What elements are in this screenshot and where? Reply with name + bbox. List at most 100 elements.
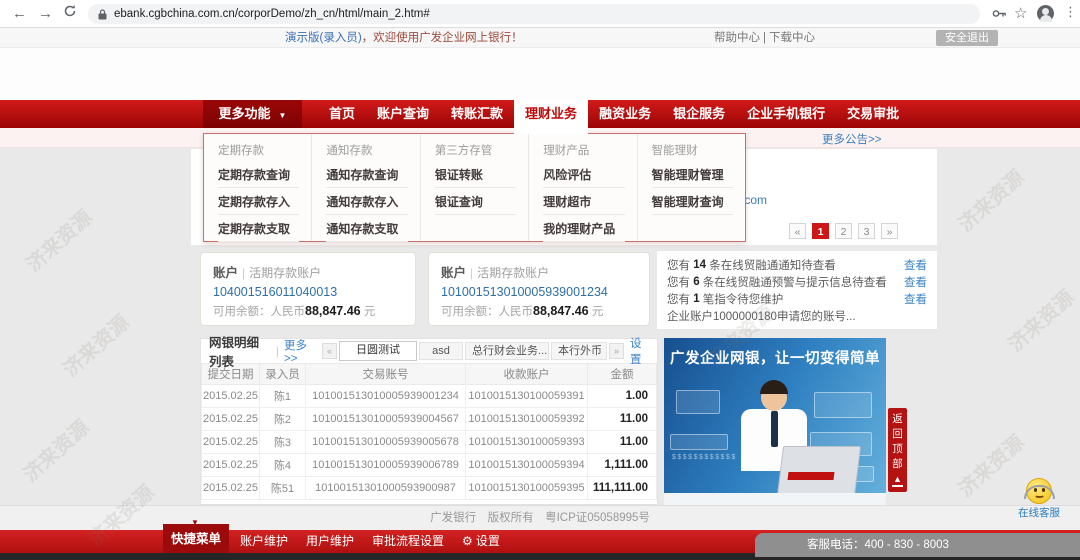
menu-item[interactable]: 风险评估 xyxy=(543,161,625,188)
back-to-top-button[interactable]: 返 回 顶 部 ▲ xyxy=(888,408,907,492)
back-to-top-label: 顶 xyxy=(892,443,903,455)
cell-trade-account: 101001513010005939005678 xyxy=(305,430,466,454)
table-row[interactable]: 2015.02.25 陈2 101001513010005939004567 1010… xyxy=(201,407,657,431)
table-row[interactable]: 2015.02.25 陈4 101001513010005939006789 1010… xyxy=(201,453,657,477)
pagination-last[interactable]: » xyxy=(881,223,898,239)
account-card-header: 账户 | 活期存款账户 xyxy=(441,262,637,281)
notice-view-link[interactable]: 查看 xyxy=(904,291,927,307)
menu-item[interactable]: 智能理财管理 xyxy=(651,161,734,188)
menu-item[interactable]: 银证查询 xyxy=(434,188,517,215)
cell-operator: 陈51 xyxy=(259,476,306,500)
menu-item[interactable]: 通知存款支取 xyxy=(326,215,408,242)
watermark: 济来资源 xyxy=(19,416,94,487)
cell-operator: 陈3 xyxy=(259,430,306,454)
notice-view-link[interactable]: 查看 xyxy=(904,274,927,290)
menu-item[interactable]: 定期存款支取 xyxy=(218,215,300,242)
quick-item-settings[interactable]: ⚙ 设置 xyxy=(462,530,500,553)
detail-list-header: 网银明细列表 | 更多>> « 日圆测试 asd 总行财会业务... 本行外币 … xyxy=(201,336,657,369)
pagination-first[interactable]: « xyxy=(789,223,806,239)
more-functions-label: 更多功能 xyxy=(218,106,271,121)
cell-date: 2015.02.25 xyxy=(201,407,260,431)
browser-forward-icon[interactable]: → xyxy=(38,5,53,22)
menu-item[interactable]: 我的理财产品 xyxy=(543,215,625,242)
table-row[interactable]: 2015.02.25 陈3 101001513010005939005678 1010… xyxy=(201,430,657,454)
download-center-link[interactable]: 下载中心 xyxy=(769,32,815,44)
balance-label: 可用余额： xyxy=(213,306,271,318)
currency-label: 人民币 xyxy=(270,306,306,318)
quick-item-account-maintain[interactable]: 账户维护 xyxy=(240,530,288,553)
welcome-bar: 演示版(录入员)，欢迎使用广发企业网上银行！ 帮助中心 | 下载中心 安全退出 xyxy=(0,28,1080,48)
account-card: 账户 | 活期存款账户 101001513010005939001234 可用余额：… xyxy=(428,252,650,326)
nav-tab-wealth[interactable]: 理财业务 xyxy=(514,100,589,134)
help-center-link[interactable]: 帮助中心 xyxy=(714,32,760,44)
quick-item-user-maintain[interactable]: 用户维护 xyxy=(306,530,354,553)
pagination-page-1[interactable]: 1 xyxy=(812,223,829,239)
account-number-link[interactable]: 101001513010005939001234 xyxy=(441,285,637,299)
tab-jpy-test[interactable]: 日圆测试 xyxy=(339,341,418,361)
tab-foreign-currency[interactable]: 本行外币 xyxy=(551,342,608,360)
quick-menu-items: 账户维护 用户维护 审批流程设置 ⚙ 设置 xyxy=(240,530,500,553)
cell-date: 2015.02.25 xyxy=(201,384,260,408)
cell-payee-account: 1010015130100059393 xyxy=(465,430,588,454)
site-header: 广发银行|CGB企业网上银行(演示版) 搜索 功能超市 ⚙ 网银管理 安全中心 … xyxy=(0,48,1080,151)
banner-deco-box xyxy=(670,434,728,450)
notice-row: 您有 6 条在线贸融通预警与提示信息待查看 查看 xyxy=(667,273,927,290)
footer-copyright: 广发银行 版权所有 粤ICP证05058995号 xyxy=(0,505,1080,530)
menu-item[interactable]: 通知存款存入 xyxy=(326,188,408,215)
menu-item[interactable]: 定期存款查询 xyxy=(218,161,300,188)
notice-text: 笔指令待您维护 xyxy=(699,293,784,306)
key-icon[interactable] xyxy=(992,7,1007,25)
banner-deco-dollars: $$$$$$$$$$$$ xyxy=(672,454,737,461)
bookmark-star-icon[interactable]: ☆ xyxy=(1014,4,1027,22)
cell-trade-account: 101001513010005939001234 xyxy=(305,384,466,408)
notice-row: 您有 1 笔指令待您维护 查看 xyxy=(667,290,927,307)
menu-item[interactable]: 理财超市 xyxy=(543,188,625,215)
balance-amount: 88,847.46 xyxy=(533,304,589,318)
tabs-prev-icon[interactable]: « xyxy=(322,343,338,359)
browser-reload-icon[interactable] xyxy=(63,4,77,22)
menu-item[interactable]: 智能理财查询 xyxy=(651,188,734,215)
online-service-widget[interactable]: 在线客服 xyxy=(1008,478,1070,519)
pagination-page-2[interactable]: 2 xyxy=(835,223,852,239)
more-announcements-link[interactable]: 更多公告>> xyxy=(822,131,881,147)
address-bar[interactable]: ebank.cgbchina.com.cn/corporDemo/zh_cn/h… xyxy=(88,4,980,24)
safe-logout-button[interactable]: 安全退出 xyxy=(936,30,998,46)
more-functions-button[interactable]: 更多功能 ▼ xyxy=(203,100,302,128)
cell-date: 2015.02.25 xyxy=(201,430,260,454)
notice-view-link[interactable]: 查看 xyxy=(904,257,927,273)
table-row[interactable]: 2015.02.25 陈1 101001513010005939001234 1010… xyxy=(201,384,657,408)
banner-desk xyxy=(664,493,886,505)
account-balance: 可用余额：人民币88,847.46 元 xyxy=(213,303,403,319)
account-number-link[interactable]: 104001516011040013 xyxy=(213,285,403,299)
browser-profile-avatar[interactable] xyxy=(1037,5,1054,22)
pagination-page-3[interactable]: 3 xyxy=(858,223,875,239)
currency-label: 人民币 xyxy=(498,306,534,318)
cell-operator: 陈4 xyxy=(259,453,306,477)
tab-head-office-finance[interactable]: 总行财会业务... xyxy=(465,342,550,360)
browser-back-icon[interactable]: ← xyxy=(12,5,27,22)
quick-item-approval-flow[interactable]: 审批流程设置 xyxy=(372,530,444,553)
tabs-next-icon[interactable]: » xyxy=(609,343,625,359)
settings-label: 设置 xyxy=(475,534,500,548)
browser-menu-icon[interactable]: ⋮ xyxy=(1064,4,1077,20)
table-row[interactable]: 2015.02.25 陈51 10100151301000593900987 1010… xyxy=(201,476,657,500)
lock-icon xyxy=(98,8,107,19)
laptop-illustration xyxy=(776,446,862,496)
promo-banner[interactable]: 广发企业网银，让一切变得简单 $$$$$$$$$$$$ xyxy=(664,338,886,505)
account-label: 账户 xyxy=(213,266,239,280)
tab-asd[interactable]: asd xyxy=(419,342,464,360)
cell-trade-account: 10100151301000593900987 xyxy=(305,476,466,500)
cell-payee-account: 1010015130100059391 xyxy=(465,384,588,408)
account-card: 账户 | 活期存款账户 104001516011040013 可用余额：人民币88,… xyxy=(200,252,416,326)
menu-item[interactable]: 定期存款存入 xyxy=(218,188,300,215)
menu-item[interactable]: 银证转账 xyxy=(434,161,517,188)
menu-item[interactable]: 通知存款查询 xyxy=(326,161,408,188)
account-type: 活期存款账户 xyxy=(477,266,550,280)
service-phone-bar: 客服电话：400 - 830 - 8003 xyxy=(755,533,1080,557)
cell-trade-account: 101001513010005939006789 xyxy=(305,453,466,477)
detail-list-more-link[interactable]: 更多>> xyxy=(284,337,314,365)
detail-list-settings-link[interactable]: 设置 xyxy=(630,335,649,367)
notice-row: 您有 14 条在线贸融通通知待查看 查看 xyxy=(667,256,927,273)
welcome-text: ，欢迎使用广发企业网上银行！ xyxy=(361,32,523,44)
quick-menu-tab[interactable]: 快捷菜单 xyxy=(163,524,229,553)
